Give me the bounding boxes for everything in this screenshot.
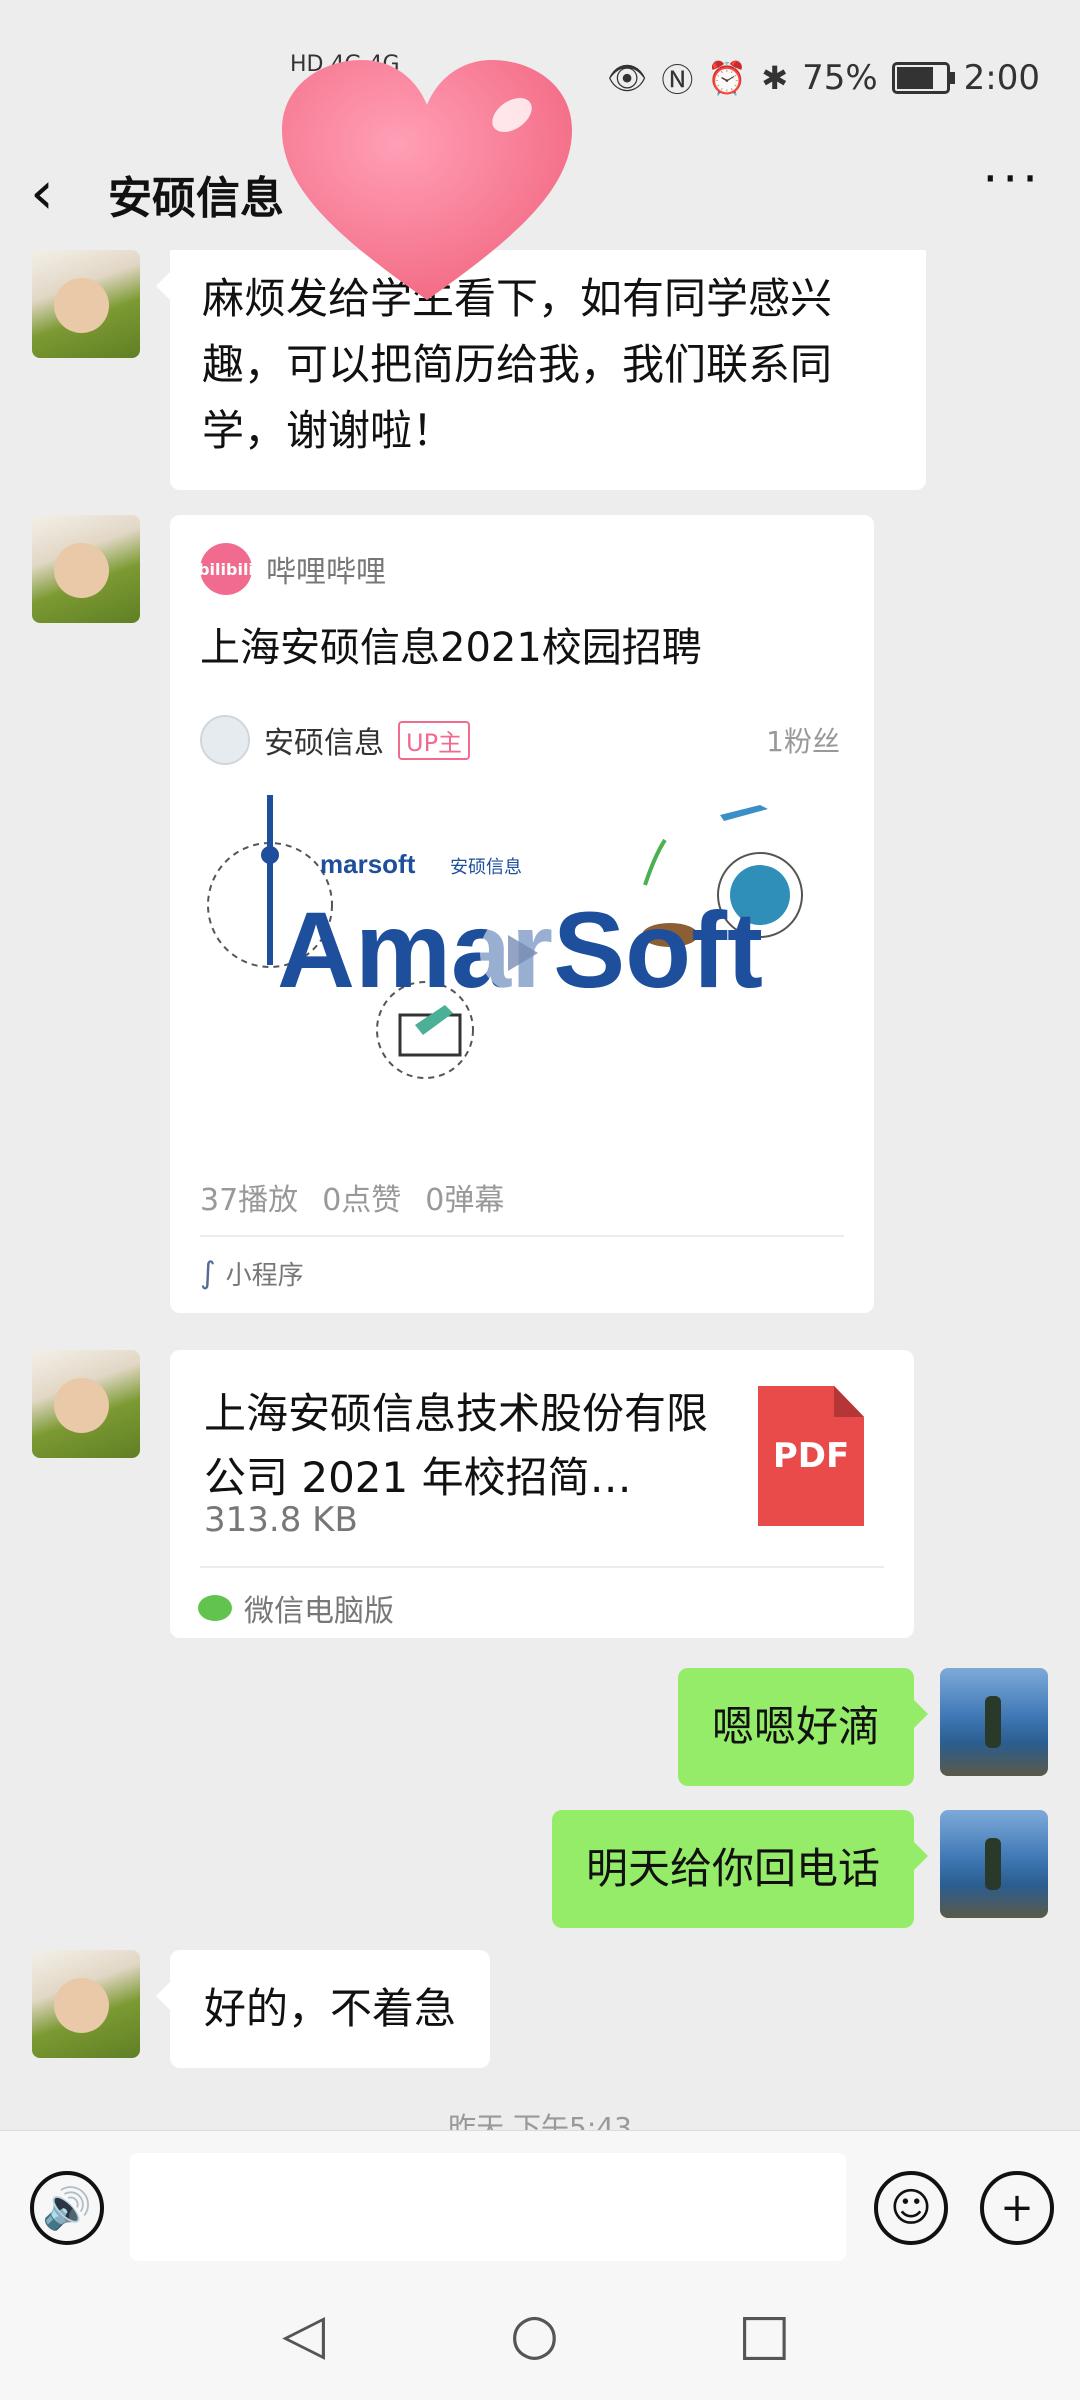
message-bubble[interactable]: 好的，不着急 [155, 1950, 491, 2068]
uploader-avatar [200, 715, 250, 765]
plus-button[interactable]: + [980, 2171, 1054, 2245]
wechat-icon [198, 1595, 232, 1621]
mini-program-text: 小程序 [225, 1261, 304, 1291]
emoji-button[interactable]: ☺ [874, 2171, 948, 2245]
nav-recent-icon[interactable]: □ [738, 2302, 791, 2367]
video-stats: 37播放 0点赞 0弹幕 [200, 1175, 504, 1219]
uploader-row: 安硕信息 UP主 1粉丝 [200, 715, 840, 765]
file-name: 上海安硕信息技术股份有限公司 2021 年校招简… [204, 1389, 709, 1502]
system-nav-bar: ◁ ○ □ [0, 2280, 1080, 2400]
pdf-file-icon: PDF [758, 1386, 864, 1526]
eye-icon: 👁 [606, 59, 648, 97]
play-count: 37播放 [200, 1183, 299, 1218]
chat-messages[interactable]: 麻烦发给学生看下，如有同学感兴趣，可以把简历给我，我们联系同学，谢谢啦！ bil… [0, 250, 1080, 2130]
file-source: 微信电脑版 [198, 1586, 394, 1630]
my-avatar[interactable] [940, 1668, 1048, 1776]
message-text: 好的，不着急 [204, 1984, 457, 2033]
message-text: 嗯嗯好滴 [711, 1702, 880, 1751]
card-title: 上海安硕信息2021校园招聘 [200, 625, 702, 671]
bilibili-share-card[interactable]: bilibili 哔哩哔哩 上海安硕信息2021校园招聘 安硕信息 UP主 1粉… [170, 515, 874, 1313]
message-text: 明天给你回电话 [585, 1844, 880, 1893]
contact-avatar[interactable] [32, 250, 140, 358]
bilibili-logo-icon: bilibili [198, 543, 254, 595]
contact-avatar[interactable] [32, 1350, 140, 1458]
danmaku-count: 0弹幕 [425, 1183, 505, 1218]
heart-sticker-icon [282, 60, 572, 300]
file-source-label: 微信电脑版 [244, 1594, 394, 1629]
message-input-bar: 🔊 ☺ + [0, 2130, 1080, 2281]
sent-message-bubble[interactable]: 嗯嗯好滴 [677, 1668, 929, 1786]
fans-count: 1粉丝 [766, 725, 840, 758]
message-timestamp: 昨天 下午5:43 [448, 2111, 632, 2130]
card-divider [200, 1235, 844, 1237]
message-input[interactable] [130, 2153, 846, 2261]
chat-title: 安硕信息 [108, 173, 284, 224]
card-source: bilibili 哔哩哔哩 [198, 543, 386, 595]
sent-message-bubble[interactable]: 明天给你回电话 [551, 1810, 929, 1928]
bluetooth-icon: ✱ [761, 59, 789, 97]
like-count: 0点赞 [322, 1183, 402, 1218]
battery-fill [896, 67, 933, 89]
nav-home-icon[interactable]: ○ [510, 2302, 559, 2367]
file-card-divider [200, 1566, 884, 1568]
video-thumbnail[interactable]: marsoft 安硕信息 AmarSoft [200, 775, 840, 1185]
uploader-name: 安硕信息 [264, 726, 384, 761]
voice-icon: 🔊 [42, 2185, 92, 2232]
thumb-brand-cn: 安硕信息 [450, 857, 522, 878]
thumbnail-art: marsoft 安硕信息 AmarSoft [207, 795, 803, 1079]
nfc-icon: Ⓝ [661, 61, 694, 99]
up-badge: UP主 [398, 720, 471, 760]
contact-avatar[interactable] [32, 1950, 140, 2058]
clock: 2:00 [963, 58, 1040, 98]
battery-percent: 75% [802, 58, 878, 98]
my-avatar[interactable] [940, 1810, 1048, 1918]
battery-icon [891, 62, 955, 94]
file-size: 313.8 KB [204, 1500, 358, 1540]
mini-program-icon: ∫ [200, 1256, 216, 1291]
nav-back-icon[interactable]: ◁ [282, 2302, 325, 2367]
back-button[interactable]: ‹ [30, 158, 54, 228]
more-button[interactable]: ··· [982, 150, 1042, 208]
card-source-label: 哔哩哔哩 [266, 555, 386, 590]
contact-avatar[interactable] [32, 515, 140, 623]
alarm-icon: ⏰ [707, 59, 748, 97]
plus-icon: + [1000, 2185, 1034, 2231]
mini-program-label: ∫ 小程序 [200, 1255, 304, 1292]
voice-button[interactable]: 🔊 [30, 2171, 104, 2245]
file-message-card[interactable]: 上海安硕信息技术股份有限公司 2021 年校招简… 313.8 KB PDF 微… [170, 1350, 914, 1638]
thumb-brand: marsoft [320, 849, 416, 879]
status-icons: 👁 Ⓝ ⏰ ✱ 75% 2:00 [607, 55, 1040, 101]
emoji-icon: ☺ [890, 2185, 932, 2231]
